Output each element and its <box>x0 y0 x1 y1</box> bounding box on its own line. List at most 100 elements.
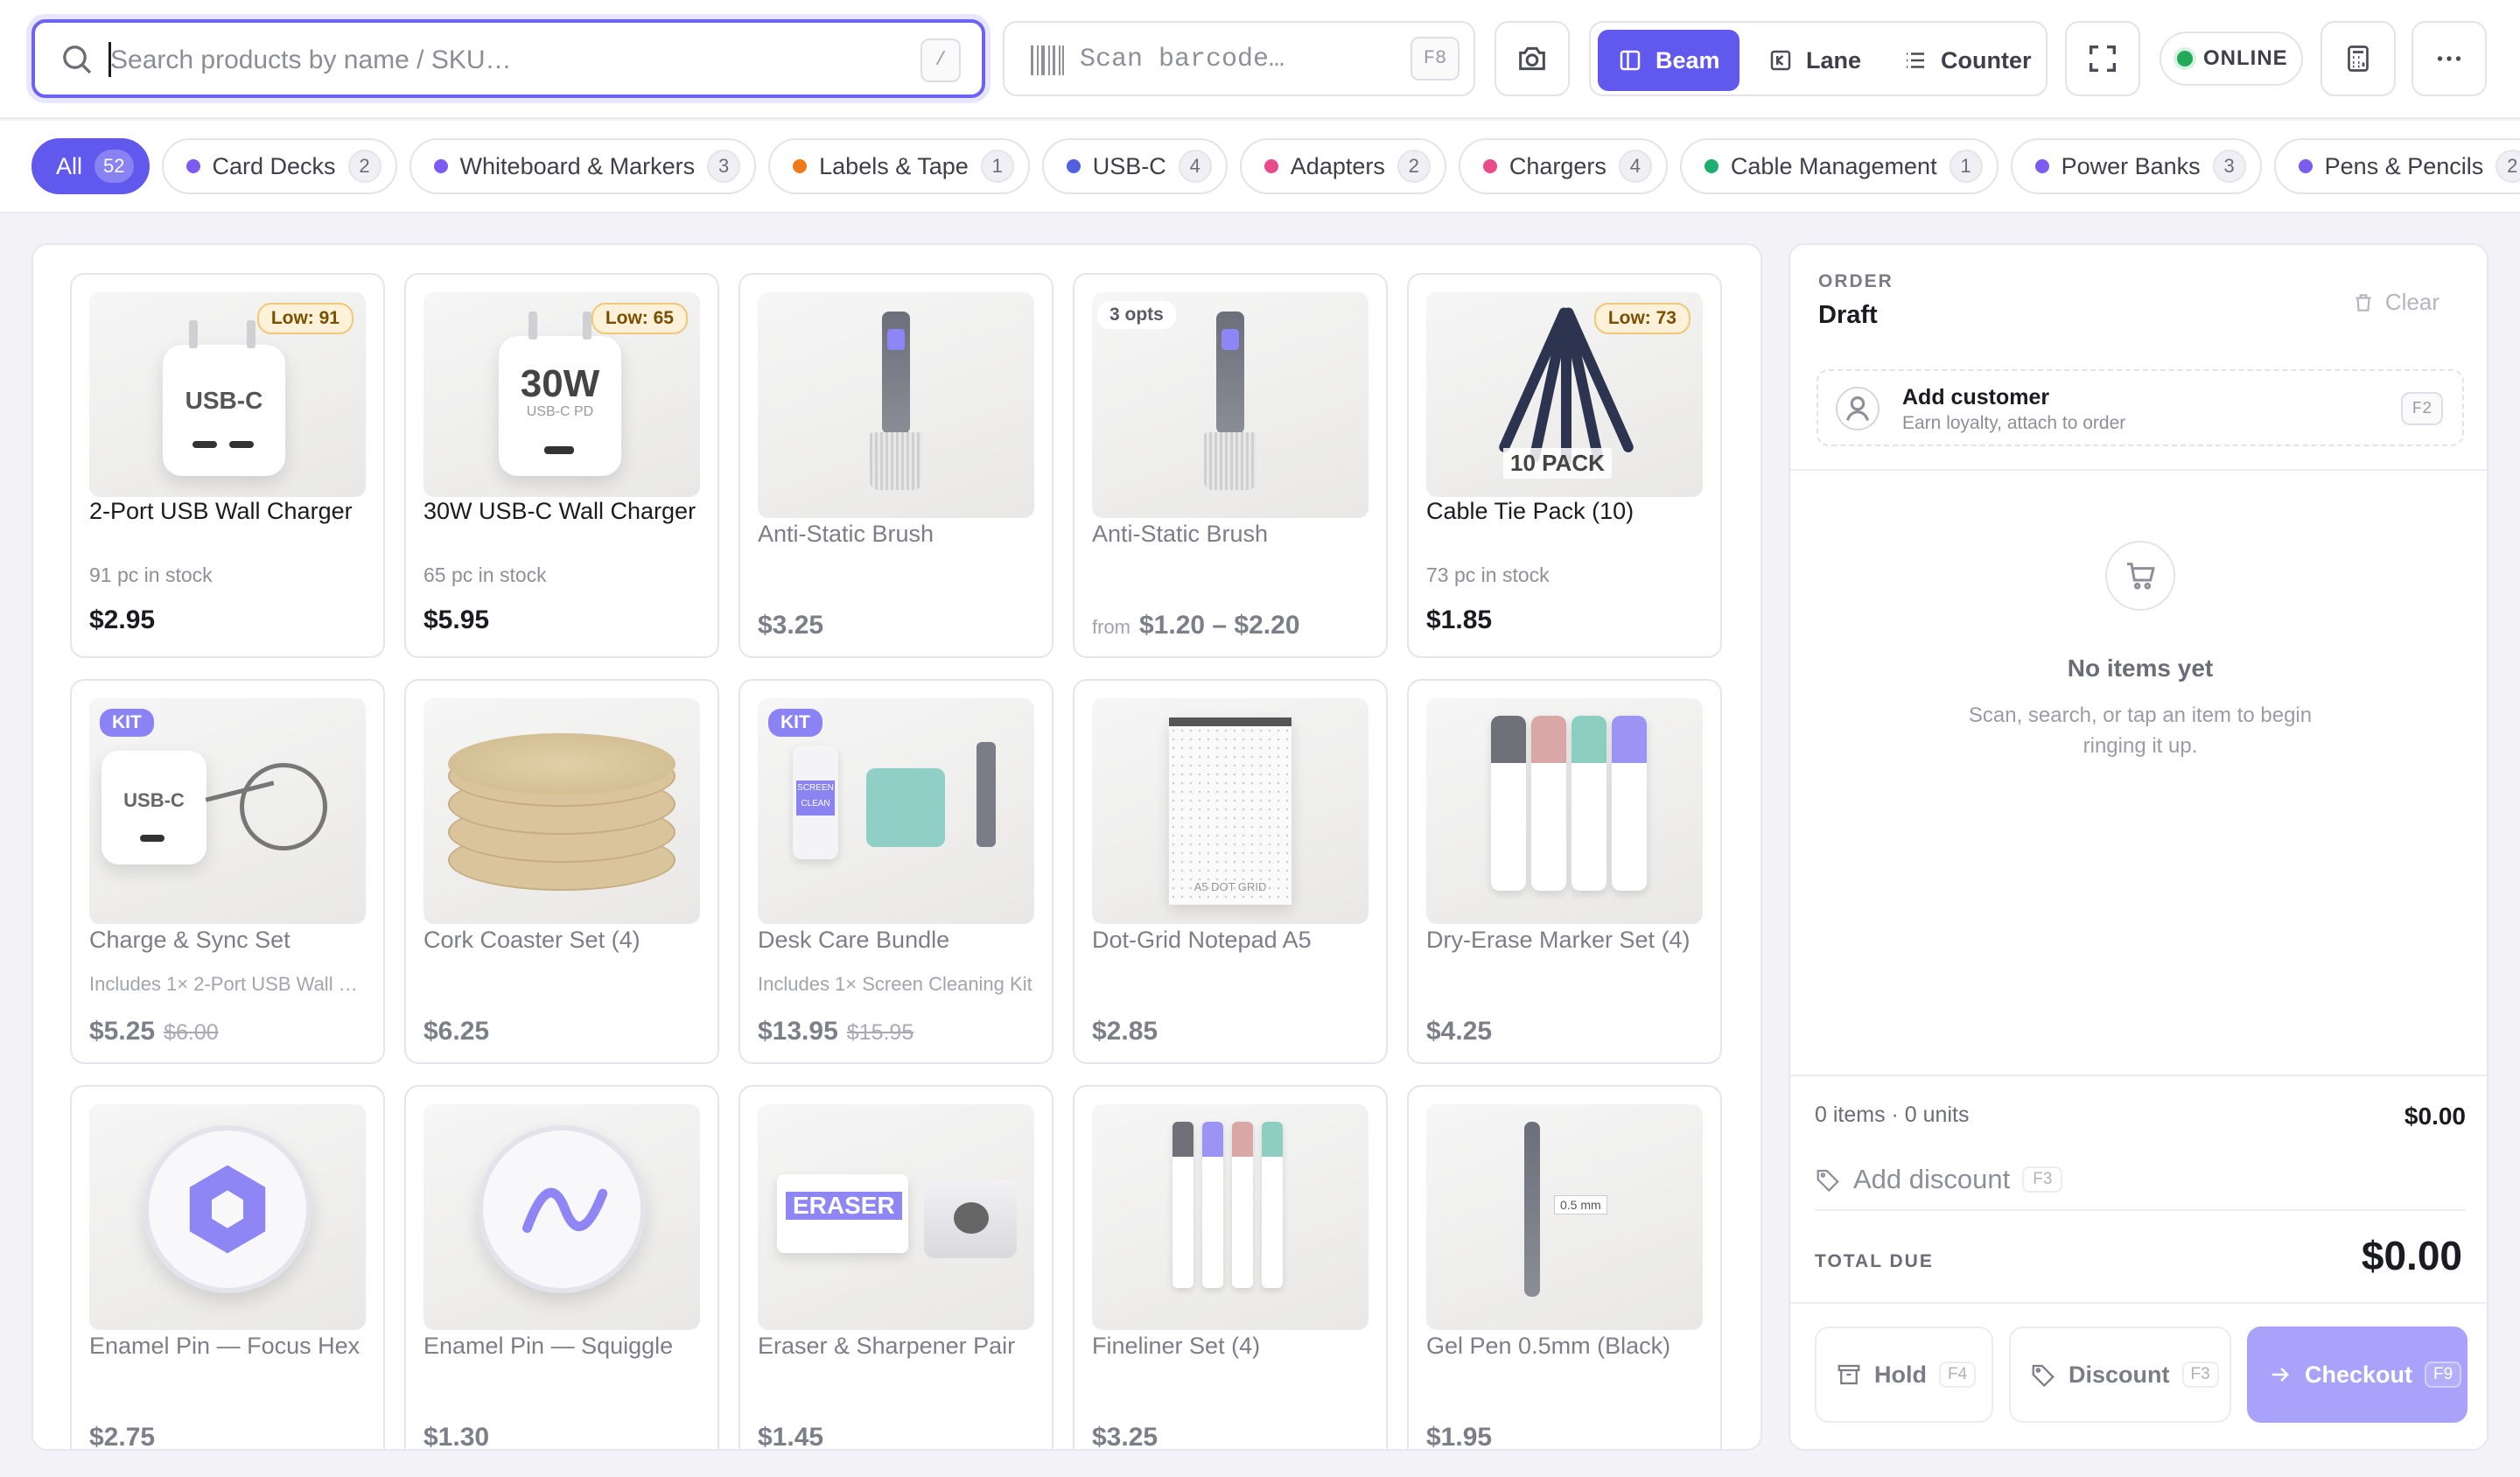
checkout-button[interactable]: Checkout F9 <box>2247 1326 2468 1423</box>
add-discount-label: Add discount <box>1853 1164 2011 1194</box>
category-dot-icon <box>793 159 808 173</box>
fullscreen-button[interactable] <box>2065 21 2140 96</box>
category-chip[interactable]: Cable Management 1 <box>1679 138 1998 194</box>
product-name: Fineliner Set (4) <box>1092 1333 1261 1359</box>
kit-badge: KIT <box>768 709 822 737</box>
trash-icon <box>2356 293 2371 312</box>
mode-counter-button[interactable]: Counter <box>1883 30 2051 91</box>
connection-status: ONLINE <box>2160 32 2303 86</box>
barcode-scan-field[interactable]: Scan barcode… F8 <box>1003 21 1475 96</box>
product-name: Desk Care Bundle <box>758 927 950 953</box>
image-sublabel: USB-C PD <box>526 404 594 419</box>
product-card[interactable]: Cork Coaster Set (4) $6.25 <box>404 679 719 1064</box>
image-label: USB-C <box>123 789 185 811</box>
product-price: $2.75 <box>89 1423 155 1449</box>
product-price: $6.25 <box>424 1017 489 1046</box>
barcode-input[interactable]: Scan barcode… <box>1080 45 1284 74</box>
barcode-icon <box>1031 46 1064 75</box>
category-count: 52 <box>94 150 134 183</box>
category-chip[interactable]: All 52 <box>32 138 150 194</box>
category-dot-icon <box>186 159 200 173</box>
low-stock-badge: Low: 65 <box>591 303 688 334</box>
price-value: $5.25 <box>89 1017 156 1046</box>
brush-image <box>1216 312 1244 434</box>
product-image <box>424 698 700 924</box>
product-image <box>89 1104 366 1330</box>
original-price: $15.95 <box>846 1020 914 1045</box>
category-chip[interactable]: Chargers 4 <box>1458 138 1668 194</box>
product-image <box>758 292 1034 518</box>
discount-button[interactable]: Discount F3 <box>2009 1326 2231 1423</box>
mode-lane-button[interactable]: Lane <box>1748 30 1880 91</box>
category-chip[interactable]: Pens & Pencils 2 <box>2273 138 2520 194</box>
category-chip[interactable]: Power Banks 3 <box>2010 138 2262 194</box>
mode-beam-button[interactable]: Beam <box>1598 30 1740 91</box>
product-card[interactable]: Anti-Static Brush $3.25 <box>738 273 1054 658</box>
product-card[interactable]: Dry-Erase Marker Set (4) $4.25 <box>1407 679 1722 1064</box>
category-dot-icon <box>1704 159 1718 173</box>
kit-badge: KIT <box>100 709 154 737</box>
archive-icon <box>1838 1364 1860 1385</box>
product-image: A5 DOT GRID <box>1092 698 1368 924</box>
divider <box>1790 1302 2487 1304</box>
product-card[interactable]: 0.5 mm Gel Pen 0.5mm (Black) $1.95 <box>1407 1085 1722 1449</box>
product-card[interactable]: Enamel Pin — Focus Hex $2.75 <box>70 1085 385 1449</box>
calculator-button[interactable] <box>2320 21 2396 96</box>
category-chip[interactable]: USB-C 4 <box>1041 138 1228 194</box>
hold-button[interactable]: Hold F4 <box>1815 1326 1993 1423</box>
order-panel: ORDER Draft Clear Add customer Earn loya… <box>1788 243 2488 1451</box>
camera-button[interactable] <box>1494 21 1570 96</box>
total-due-value: $0.00 <box>2361 1233 2462 1278</box>
options-badge: 3 opts <box>1097 301 1176 329</box>
online-label: ONLINE <box>2203 46 2288 70</box>
product-card[interactable]: Enamel Pin — Squiggle $1.30 <box>404 1085 719 1451</box>
product-card[interactable]: Fineliner Set (4) $3.25 <box>1073 1085 1388 1451</box>
search-input[interactable]: Search products by name / SKU… <box>110 46 512 75</box>
category-chip[interactable]: Card Decks 2 <box>161 138 397 194</box>
fullscreen-icon <box>2090 46 2116 72</box>
category-count: 2 <box>2496 150 2520 183</box>
category-label: Whiteboard & Markers <box>459 152 696 179</box>
product-card[interactable]: USB-C Low: 91 2-Port USB Wall Charger 91 pc… <box>70 273 385 658</box>
add-customer-button[interactable]: Add customer Earn loyalty, attach to ord… <box>1816 369 2464 446</box>
product-card[interactable]: A5 DOT GRID Dot-Grid Notepad A5 $2.85 <box>1073 679 1388 1064</box>
product-card[interactable]: 30W USB-C PD Low: 65 30W USB-C Wall Charger… <box>404 273 719 658</box>
coasters-image <box>424 698 700 924</box>
category-dot-icon <box>1482 159 1497 173</box>
price-value: $1.30 <box>424 1423 490 1451</box>
product-price: $1.30 <box>424 1423 490 1451</box>
order-label: ORDER <box>1818 271 1894 291</box>
category-count: 3 <box>707 150 741 183</box>
add-discount-link[interactable]: Add discount F3 <box>1815 1164 2063 1195</box>
category-chip[interactable]: Adapters 2 <box>1239 138 1446 194</box>
product-card[interactable]: 3 opts Anti-Static Brush from $1.20 – $2.20 <box>1073 273 1388 658</box>
category-label: Cable Management <box>1730 152 1937 179</box>
price-value: $5.95 <box>424 606 490 634</box>
category-chip[interactable]: Whiteboard & Markers 3 <box>409 138 757 194</box>
more-button[interactable] <box>2412 21 2487 96</box>
product-card[interactable]: 10 PACK Low: 73 Cable Tie Pack (10) 73 pc i… <box>1407 273 1722 658</box>
category-label: Adapters <box>1290 152 1385 179</box>
kit-contents: Includes 1× 2-Port USB Wall Charger <box>89 973 369 995</box>
product-price: $1.45 <box>758 1423 823 1449</box>
charger-image: 30W USB-C PD <box>499 312 621 476</box>
product-card[interactable]: ERASER Eraser & Sharpener Pair $1.45 <box>738 1085 1054 1449</box>
eraser-image: ERASER <box>777 1174 908 1253</box>
price-value: $3.25 <box>1092 1423 1158 1451</box>
empty-subtitle: Scan, search, or tap an item to begin ri… <box>1968 704 2313 758</box>
category-label: Labels & Tape <box>819 152 969 179</box>
search-icon <box>63 46 92 74</box>
low-stock-badge: Low: 91 <box>256 303 354 334</box>
category-chip[interactable]: Labels & Tape 1 <box>768 138 1030 194</box>
product-card[interactable]: USB-C KIT Charge & Sync Set Includes 1× 2-P… <box>70 679 385 1064</box>
category-label: USB-C <box>1092 152 1166 179</box>
clear-order-button[interactable]: Clear <box>2352 289 2440 316</box>
checkout-label: Checkout <box>2305 1361 2413 1388</box>
price-from-label: from <box>1092 616 1130 638</box>
product-name: Enamel Pin — Squiggle <box>424 1333 674 1359</box>
search-box[interactable]: Search products by name / SKU… / <box>32 19 985 98</box>
price-value: $2.95 <box>89 606 156 634</box>
stock-count: 65 pc in stock <box>424 564 547 586</box>
product-price: from $1.20 – $2.20 <box>1092 611 1300 640</box>
product-card[interactable]: SCREEN CLEAN KIT Desk Care Bundle Includes … <box>738 679 1054 1064</box>
